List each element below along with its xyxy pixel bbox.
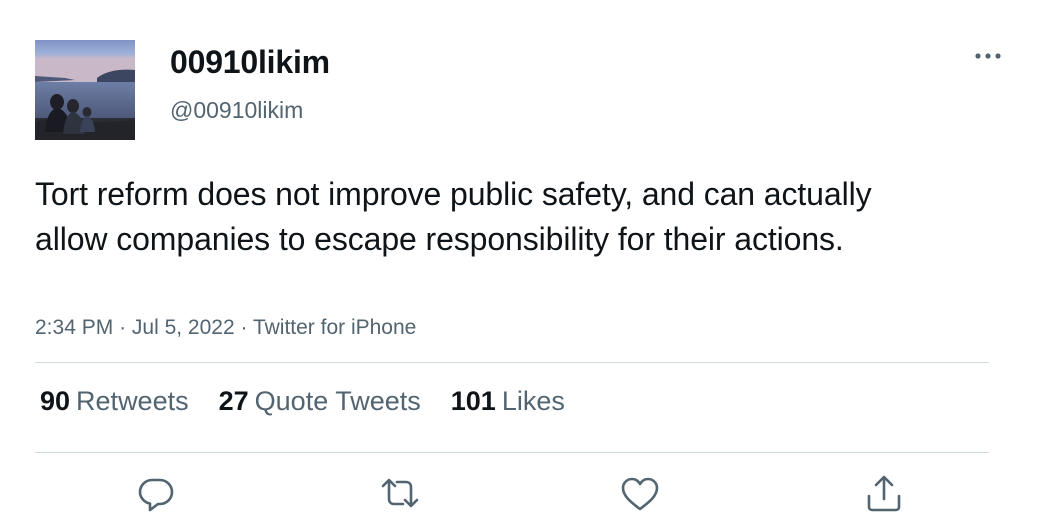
meta-separator: · (119, 316, 132, 339)
tweet-meta: 2:34 PM · Jul 5, 2022 · Twitter for iPho… (35, 316, 416, 340)
like-button[interactable] (618, 472, 662, 516)
heart-icon (621, 477, 659, 511)
user-handle[interactable]: @00910likim (170, 97, 303, 124)
likes-stat[interactable]: 101 Likes (451, 386, 565, 417)
avatar-photo (35, 40, 135, 140)
meta-separator: · (240, 316, 253, 339)
retweet-button[interactable] (378, 472, 422, 516)
divider (35, 362, 989, 363)
tweet-stats: 90 Retweets 27 Quote Tweets 101 Likes (40, 386, 595, 417)
display-name[interactable]: 00910likim (170, 44, 330, 81)
reply-button[interactable] (134, 472, 178, 516)
retweets-stat[interactable]: 90 Retweets (40, 386, 189, 417)
tweet-detail: 00910likim @00910likim Tort reform does … (0, 0, 1050, 525)
avatar[interactable] (35, 40, 135, 140)
tweet-source[interactable]: Twitter for iPhone (253, 316, 416, 339)
retweet-icon (381, 478, 419, 508)
likes-label: Likes (501, 386, 565, 416)
tweet-date[interactable]: Jul 5, 2022 (132, 316, 235, 339)
quote-tweets-label: Quote Tweets (254, 386, 421, 416)
retweets-count: 90 (40, 386, 71, 416)
quote-tweets-count: 27 (218, 386, 249, 416)
action-bar (0, 472, 1050, 522)
more-horizontal-icon[interactable] (972, 46, 1004, 66)
reply-icon (138, 478, 174, 512)
tweet-text: Tort reform does not improve public safe… (35, 176, 872, 257)
quote-tweets-stat[interactable]: 27 Quote Tweets (219, 386, 421, 417)
share-icon (867, 475, 901, 512)
likes-count: 101 (450, 386, 496, 416)
retweets-label: Retweets (76, 386, 189, 416)
share-button[interactable] (862, 472, 906, 516)
divider (35, 452, 989, 453)
tweet-time[interactable]: 2:34 PM (35, 316, 113, 339)
